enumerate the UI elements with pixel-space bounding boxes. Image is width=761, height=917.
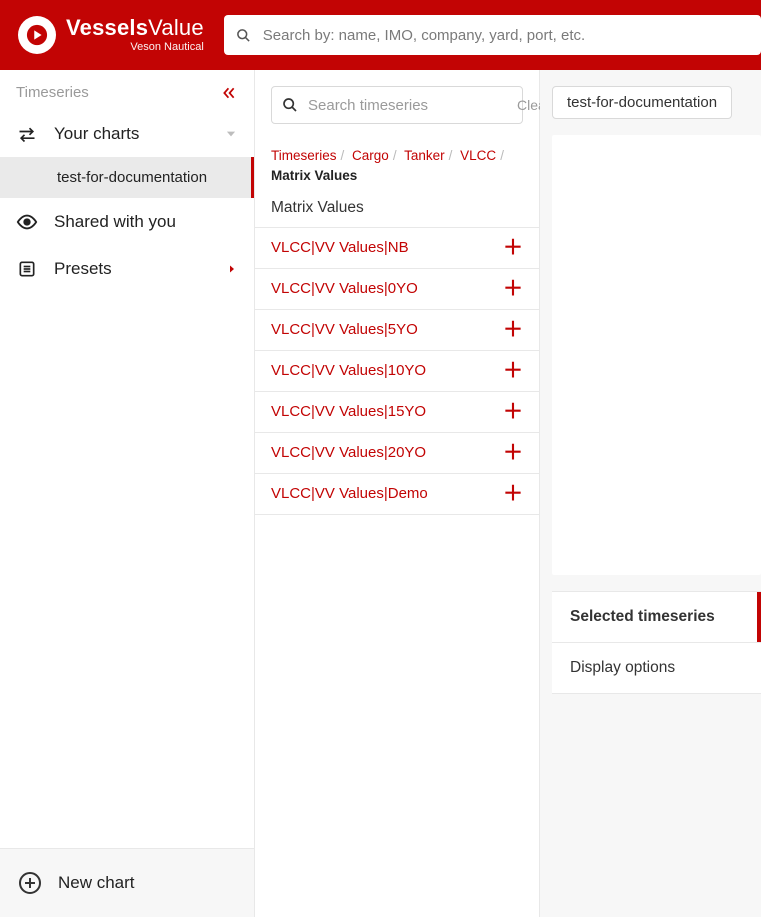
brand-logo-icon [18, 16, 56, 54]
matrix-row[interactable]: VLCC|VV Values|0YO ＋ [255, 269, 539, 310]
matrix-row-label: VLCC|VV Values|0YO [271, 280, 418, 297]
eye-icon [16, 211, 38, 233]
plus-circle-icon [18, 871, 42, 895]
matrix-row-label: VLCC|VV Values|Demo [271, 485, 428, 502]
breadcrumb-current: Matrix Values [271, 168, 357, 183]
timeseries-search[interactable]: Clear [271, 86, 523, 124]
matrix-row[interactable]: VLCC|VV Values|5YO ＋ [255, 310, 539, 351]
plus-icon[interactable]: ＋ [503, 238, 523, 258]
matrix-row[interactable]: VLCC|VV Values|20YO ＋ [255, 433, 539, 474]
plus-icon[interactable]: ＋ [503, 279, 523, 299]
breadcrumb-link[interactable]: VLCC [460, 148, 496, 163]
search-icon [282, 97, 298, 113]
topbar: VesselsValue Veson Nautical [0, 0, 761, 70]
matrix-list: VLCC|VV Values|NB ＋ VLCC|VV Values|0YO ＋… [255, 227, 539, 515]
matrix-row[interactable]: VLCC|VV Values|NB ＋ [255, 228, 539, 269]
matrix-row-label: VLCC|VV Values|10YO [271, 362, 426, 379]
chart-canvas [552, 135, 761, 575]
plus-icon[interactable]: ＋ [503, 484, 523, 504]
brand-primary: Vessels [66, 15, 148, 40]
brand-text: VesselsValue Veson Nautical [66, 17, 204, 53]
plus-icon[interactable]: ＋ [503, 443, 523, 463]
plus-icon[interactable]: ＋ [503, 361, 523, 381]
sidebar-item-label: Your charts [54, 124, 139, 144]
matrix-row[interactable]: VLCC|VV Values|Demo ＋ [255, 474, 539, 515]
tab-display-options[interactable]: Display options [552, 643, 761, 694]
new-chart-button[interactable]: New chart [0, 848, 254, 917]
sidebar-child-chart[interactable]: test-for-documentation [0, 157, 254, 198]
sidebar: Timeseries Your charts test-for-document… [0, 70, 255, 917]
tab-selected-timeseries[interactable]: Selected timeseries [552, 592, 761, 643]
timeseries-panel: Clear Timeseries/ Cargo/ Tanker/ VLCC/ M… [255, 70, 540, 917]
breadcrumb: Timeseries/ Cargo/ Tanker/ VLCC/ Matrix … [255, 136, 539, 187]
matrix-row-label: VLCC|VV Values|5YO [271, 321, 418, 338]
sidebar-title: Timeseries [16, 84, 89, 101]
breadcrumb-link[interactable]: Timeseries [271, 148, 337, 163]
chevron-down-icon [224, 127, 238, 141]
search-icon [236, 28, 251, 43]
chart-panel: test-for-documentation Selected timeseri… [540, 70, 761, 917]
global-search[interactable] [224, 15, 761, 55]
matrix-row[interactable]: VLCC|VV Values|10YO ＋ [255, 351, 539, 392]
sidebar-item-label: Shared with you [54, 212, 176, 232]
chevron-right-icon [226, 263, 238, 275]
sidebar-item-presets[interactable]: Presets [0, 246, 254, 292]
collapse-sidebar-button[interactable] [220, 86, 238, 100]
sidebar-item-label: Presets [54, 259, 112, 279]
breadcrumb-link[interactable]: Cargo [352, 148, 389, 163]
brand-logo[interactable]: VesselsValue Veson Nautical [18, 16, 204, 54]
new-chart-label: New chart [58, 873, 135, 893]
section-title: Matrix Values [255, 187, 539, 227]
matrix-row-label: VLCC|VV Values|15YO [271, 403, 426, 420]
sidebar-item-shared-with-you[interactable]: Shared with you [0, 198, 254, 246]
plus-icon[interactable]: ＋ [503, 320, 523, 340]
matrix-row-label: VLCC|VV Values|20YO [271, 444, 426, 461]
chart-title-chip[interactable]: test-for-documentation [552, 86, 732, 119]
right-tabs: Selected timeseries Display options [552, 591, 761, 694]
swap-icon [16, 124, 38, 144]
global-search-input[interactable] [261, 26, 749, 45]
matrix-row[interactable]: VLCC|VV Values|15YO ＋ [255, 392, 539, 433]
matrix-row-label: VLCC|VV Values|NB [271, 239, 409, 256]
brand-secondary: Value [148, 15, 204, 40]
sidebar-item-your-charts[interactable]: Your charts [0, 111, 254, 157]
tab-label: Display options [570, 659, 675, 676]
plus-icon[interactable]: ＋ [503, 402, 523, 422]
list-icon [16, 259, 38, 279]
sidebar-header: Timeseries [0, 70, 254, 111]
sidebar-child-label: test-for-documentation [57, 169, 207, 186]
brand-sub: Veson Nautical [130, 42, 203, 53]
breadcrumb-link[interactable]: Tanker [404, 148, 445, 163]
timeseries-search-input[interactable] [306, 96, 509, 115]
tab-label: Selected timeseries [570, 608, 715, 625]
